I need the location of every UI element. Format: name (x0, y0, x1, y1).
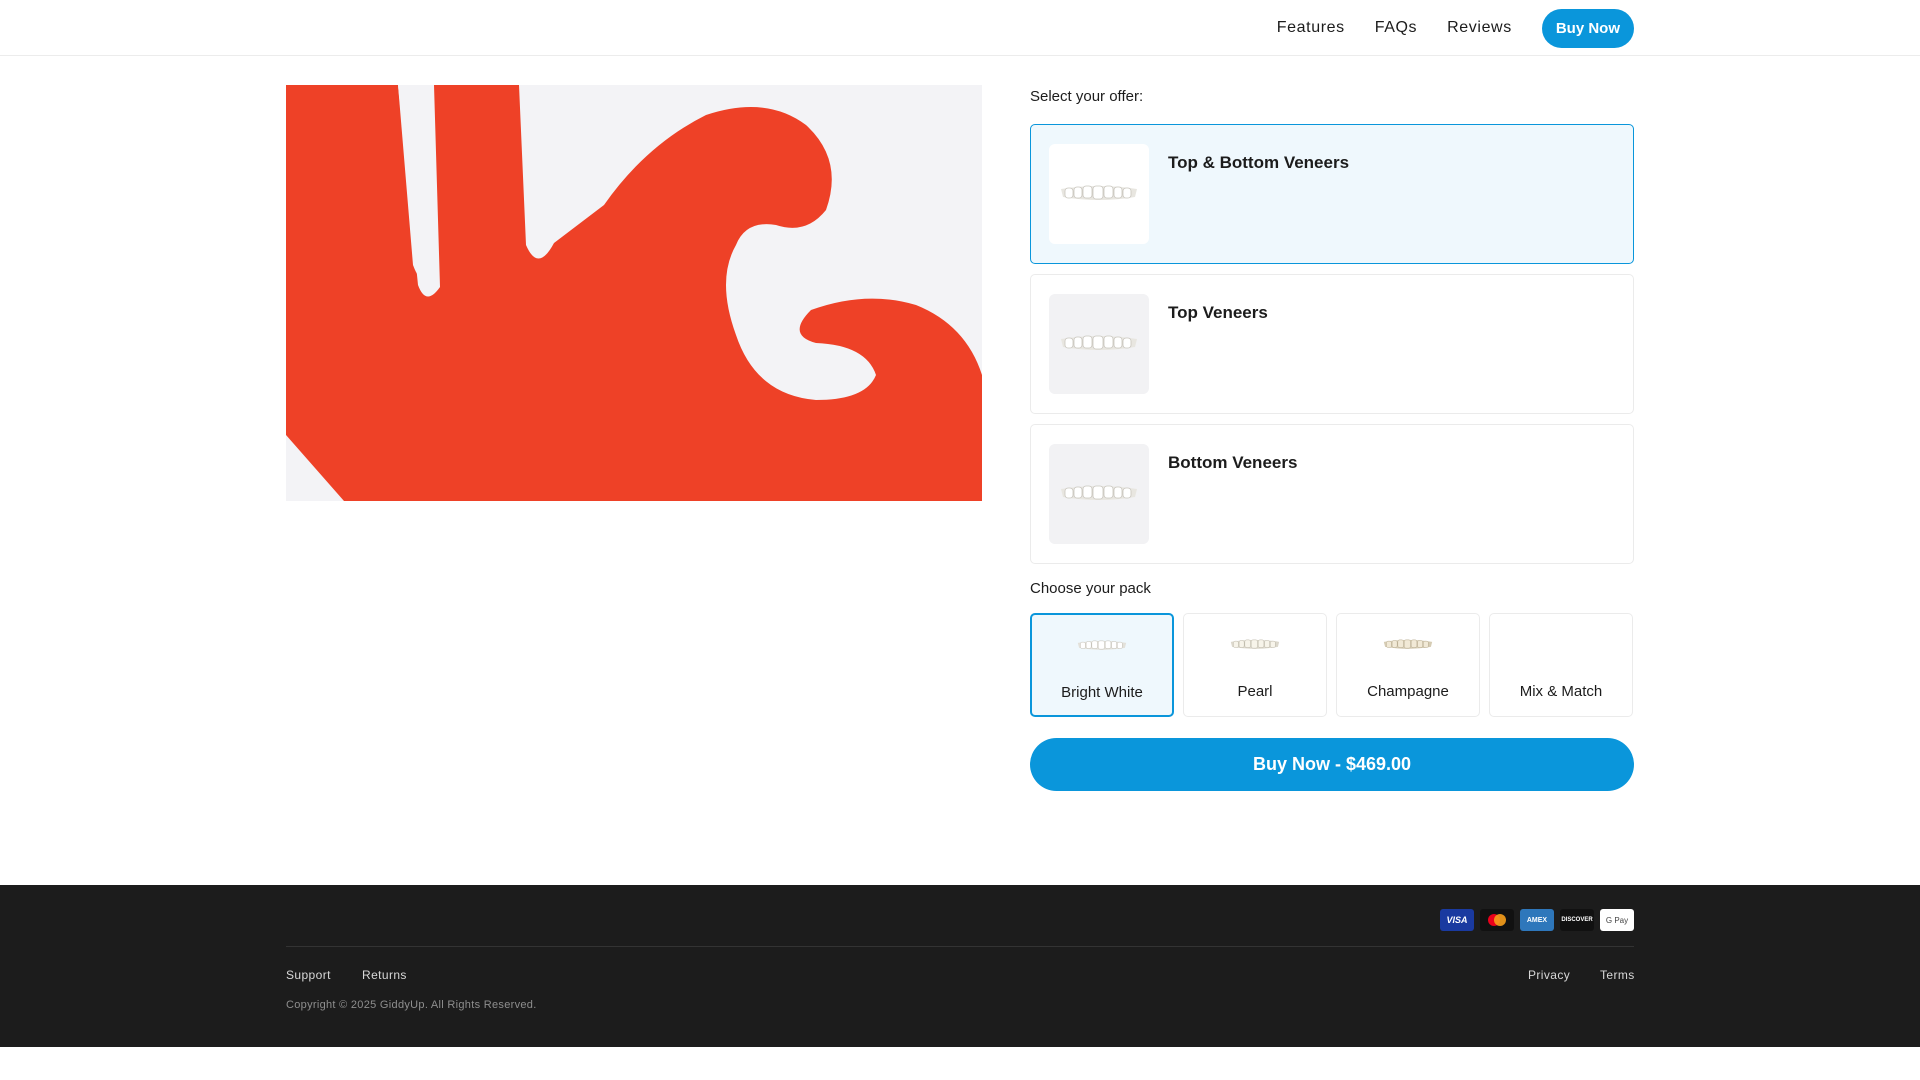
pack-name: Bright White (1061, 684, 1143, 701)
pack-option-bright-white[interactable]: Bright White (1030, 613, 1174, 717)
offer-option-top-veneers[interactable]: Top Veneers (1030, 274, 1634, 414)
veneers-icon (1061, 185, 1137, 200)
visa-icon: VISA (1440, 909, 1474, 931)
main-nav: Features FAQs Reviews Buy Now (1277, 8, 1634, 48)
pack-name: Mix & Match (1519, 683, 1603, 700)
veneers-icon (1061, 335, 1137, 350)
veneers-icon (1061, 485, 1137, 500)
offer-option-bottom-veneers[interactable]: Bottom Veneers (1030, 424, 1634, 564)
nav-link-features[interactable]: Features (1277, 19, 1345, 37)
buy-now-button[interactable]: Buy Now - $469.00 (1030, 738, 1634, 791)
discover-icon: DISCOVER (1560, 909, 1594, 931)
pack-label: Choose your pack (1030, 580, 1151, 597)
offer-title: Top & Bottom Veneers (1168, 153, 1350, 172)
veneers-icon (1077, 640, 1127, 650)
footer-link-privacy[interactable]: Privacy (1528, 968, 1570, 982)
payment-methods: VISA AMEX DISCOVER G Pay (1434, 909, 1634, 931)
veneers-icon (1383, 639, 1433, 649)
footer-link-terms[interactable]: Terms (1600, 968, 1635, 982)
copyright-text: Copyright © 2025 GiddyUp. All Rights Res… (286, 999, 537, 1011)
offer-thumbnail (1049, 144, 1149, 244)
pack-name: Pearl (1237, 683, 1273, 700)
site-header: Features FAQs Reviews Buy Now (0, 0, 1920, 56)
nav-link-reviews[interactable]: Reviews (1447, 19, 1512, 37)
pack-thumbnail (1184, 638, 1326, 660)
product-hero-image (286, 85, 982, 501)
pack-thumbnail (1337, 638, 1479, 660)
footer-link-returns[interactable]: Returns (362, 968, 407, 982)
offer-title: Bottom Veneers (1168, 453, 1298, 472)
pack-name: Champagne (1367, 683, 1449, 700)
giddyup-hand-logo-icon (286, 85, 982, 501)
offer-label: Select your offer: (1030, 88, 1144, 105)
site-footer: VISA AMEX DISCOVER G Pay Support Returns… (0, 885, 1920, 1047)
offer-option-top-bottom-veneers[interactable]: Top & Bottom Veneers (1030, 124, 1634, 264)
pack-thumbnail (1032, 639, 1172, 661)
amex-icon: AMEX (1520, 909, 1554, 931)
offer-title: Top Veneers (1168, 303, 1268, 322)
offer-thumbnail (1049, 444, 1149, 544)
veneers-icon (1230, 639, 1280, 649)
google-pay-icon: G Pay (1600, 909, 1634, 931)
header-buy-now-button[interactable]: Buy Now (1541, 8, 1634, 48)
pack-option-champagne[interactable]: Champagne (1336, 613, 1480, 717)
mastercard-icon (1480, 909, 1514, 931)
offer-thumbnail (1049, 294, 1149, 394)
footer-divider (286, 946, 1634, 947)
pack-option-mix-and-match[interactable]: Mix & Match (1489, 613, 1633, 717)
pack-option-pearl[interactable]: Pearl (1183, 613, 1327, 717)
nav-link-faqs[interactable]: FAQs (1375, 19, 1417, 37)
footer-link-support[interactable]: Support (286, 968, 331, 982)
